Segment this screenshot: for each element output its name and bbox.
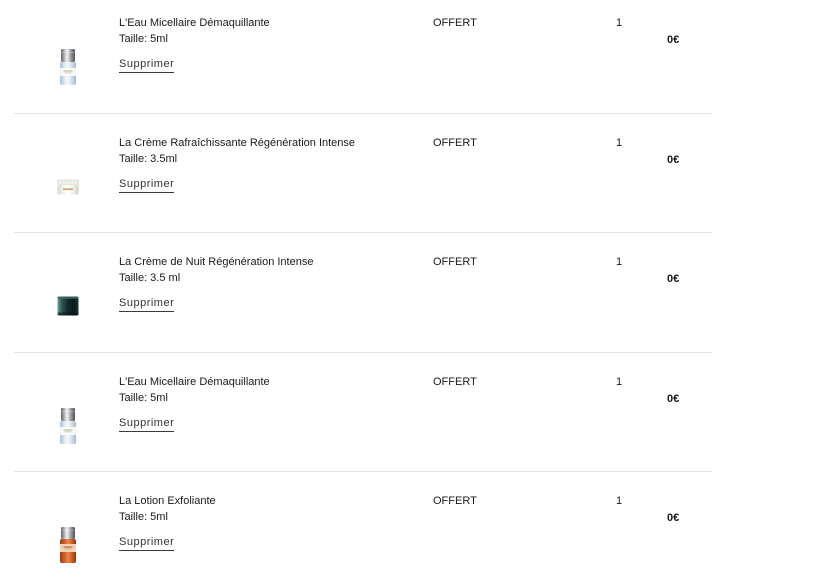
product-image-link[interactable]: [44, 525, 92, 565]
product-size: Taille: 5ml: [119, 32, 168, 45]
gift-status: OFFERT: [433, 256, 477, 268]
product-size: Taille: 5ml: [119, 511, 168, 523]
quantity: 1: [616, 16, 623, 29]
product-image-link[interactable]: [44, 406, 92, 446]
cart-item-row: L'Eau Micellaire Démaquillante Taille: 5…: [14, 0, 712, 114]
remove-button[interactable]: Supprimer: [119, 415, 175, 432]
product-info: L'Eau Micellaire Démaquillante Taille: 5…: [119, 374, 270, 432]
remove-button[interactable]: Supprimer: [119, 295, 175, 312]
product-size: Taille: 3.5 ml: [119, 272, 181, 284]
product-info: La Crème de Nuit Régénération Intense Ta…: [119, 254, 313, 312]
item-price: 0€: [667, 392, 680, 405]
dark-night-cream-jar-icon: [57, 296, 79, 316]
gift-status: OFFERT: [433, 136, 477, 149]
micellar-water-bottle-icon: [60, 48, 76, 85]
quantity: 1: [616, 256, 623, 268]
product-size: Taille: 3.5ml: [119, 152, 178, 165]
micellar-water-bottle-icon: [60, 407, 76, 444]
item-price: 0€: [667, 273, 680, 285]
gift-status: OFFERT: [433, 495, 477, 507]
remove-button[interactable]: Supprimer: [119, 176, 175, 193]
product-image-link[interactable]: [44, 286, 92, 326]
item-price: 0€: [667, 153, 680, 166]
quantity: 1: [616, 375, 623, 388]
white-cream-jar-icon: [57, 179, 79, 194]
item-price: 0€: [667, 512, 680, 524]
cart-item-row: La Lotion Exfoliante Taille: 5ml Supprim…: [14, 472, 712, 578]
product-name-link[interactable]: La Crème de Nuit Régénération Intense: [119, 254, 313, 270]
product-size: Taille: 5ml: [119, 391, 168, 404]
quantity: 1: [616, 136, 623, 149]
cart-item-row: La Crème Rafraîchissante Régénération In…: [14, 114, 712, 233]
cart-item-list: L'Eau Micellaire Démaquillante Taille: 5…: [14, 0, 712, 578]
product-name-link[interactable]: La Crème Rafraîchissante Régénération In…: [119, 135, 355, 151]
product-info: La Crème Rafraîchissante Régénération In…: [119, 135, 355, 193]
product-info: La Lotion Exfoliante Taille: 5ml Supprim…: [119, 493, 216, 551]
exfoliating-lotion-bottle-icon: [60, 527, 76, 563]
gift-status: OFFERT: [433, 16, 477, 29]
gift-status: OFFERT: [433, 375, 477, 388]
cart-item-row: L'Eau Micellaire Démaquillante Taille: 5…: [14, 353, 712, 472]
product-name-link[interactable]: L'Eau Micellaire Démaquillante: [119, 15, 270, 31]
item-price: 0€: [667, 33, 680, 46]
quantity: 1: [616, 495, 623, 507]
product-name-link[interactable]: L'Eau Micellaire Démaquillante: [119, 374, 270, 390]
remove-button[interactable]: Supprimer: [119, 56, 175, 73]
remove-button[interactable]: Supprimer: [119, 534, 175, 551]
product-info: L'Eau Micellaire Démaquillante Taille: 5…: [119, 15, 270, 73]
product-image-link[interactable]: [44, 167, 92, 207]
product-name-link[interactable]: La Lotion Exfoliante: [119, 493, 216, 509]
cart-item-row: La Crème de Nuit Régénération Intense Ta…: [14, 233, 712, 353]
product-image-link[interactable]: [44, 47, 92, 87]
